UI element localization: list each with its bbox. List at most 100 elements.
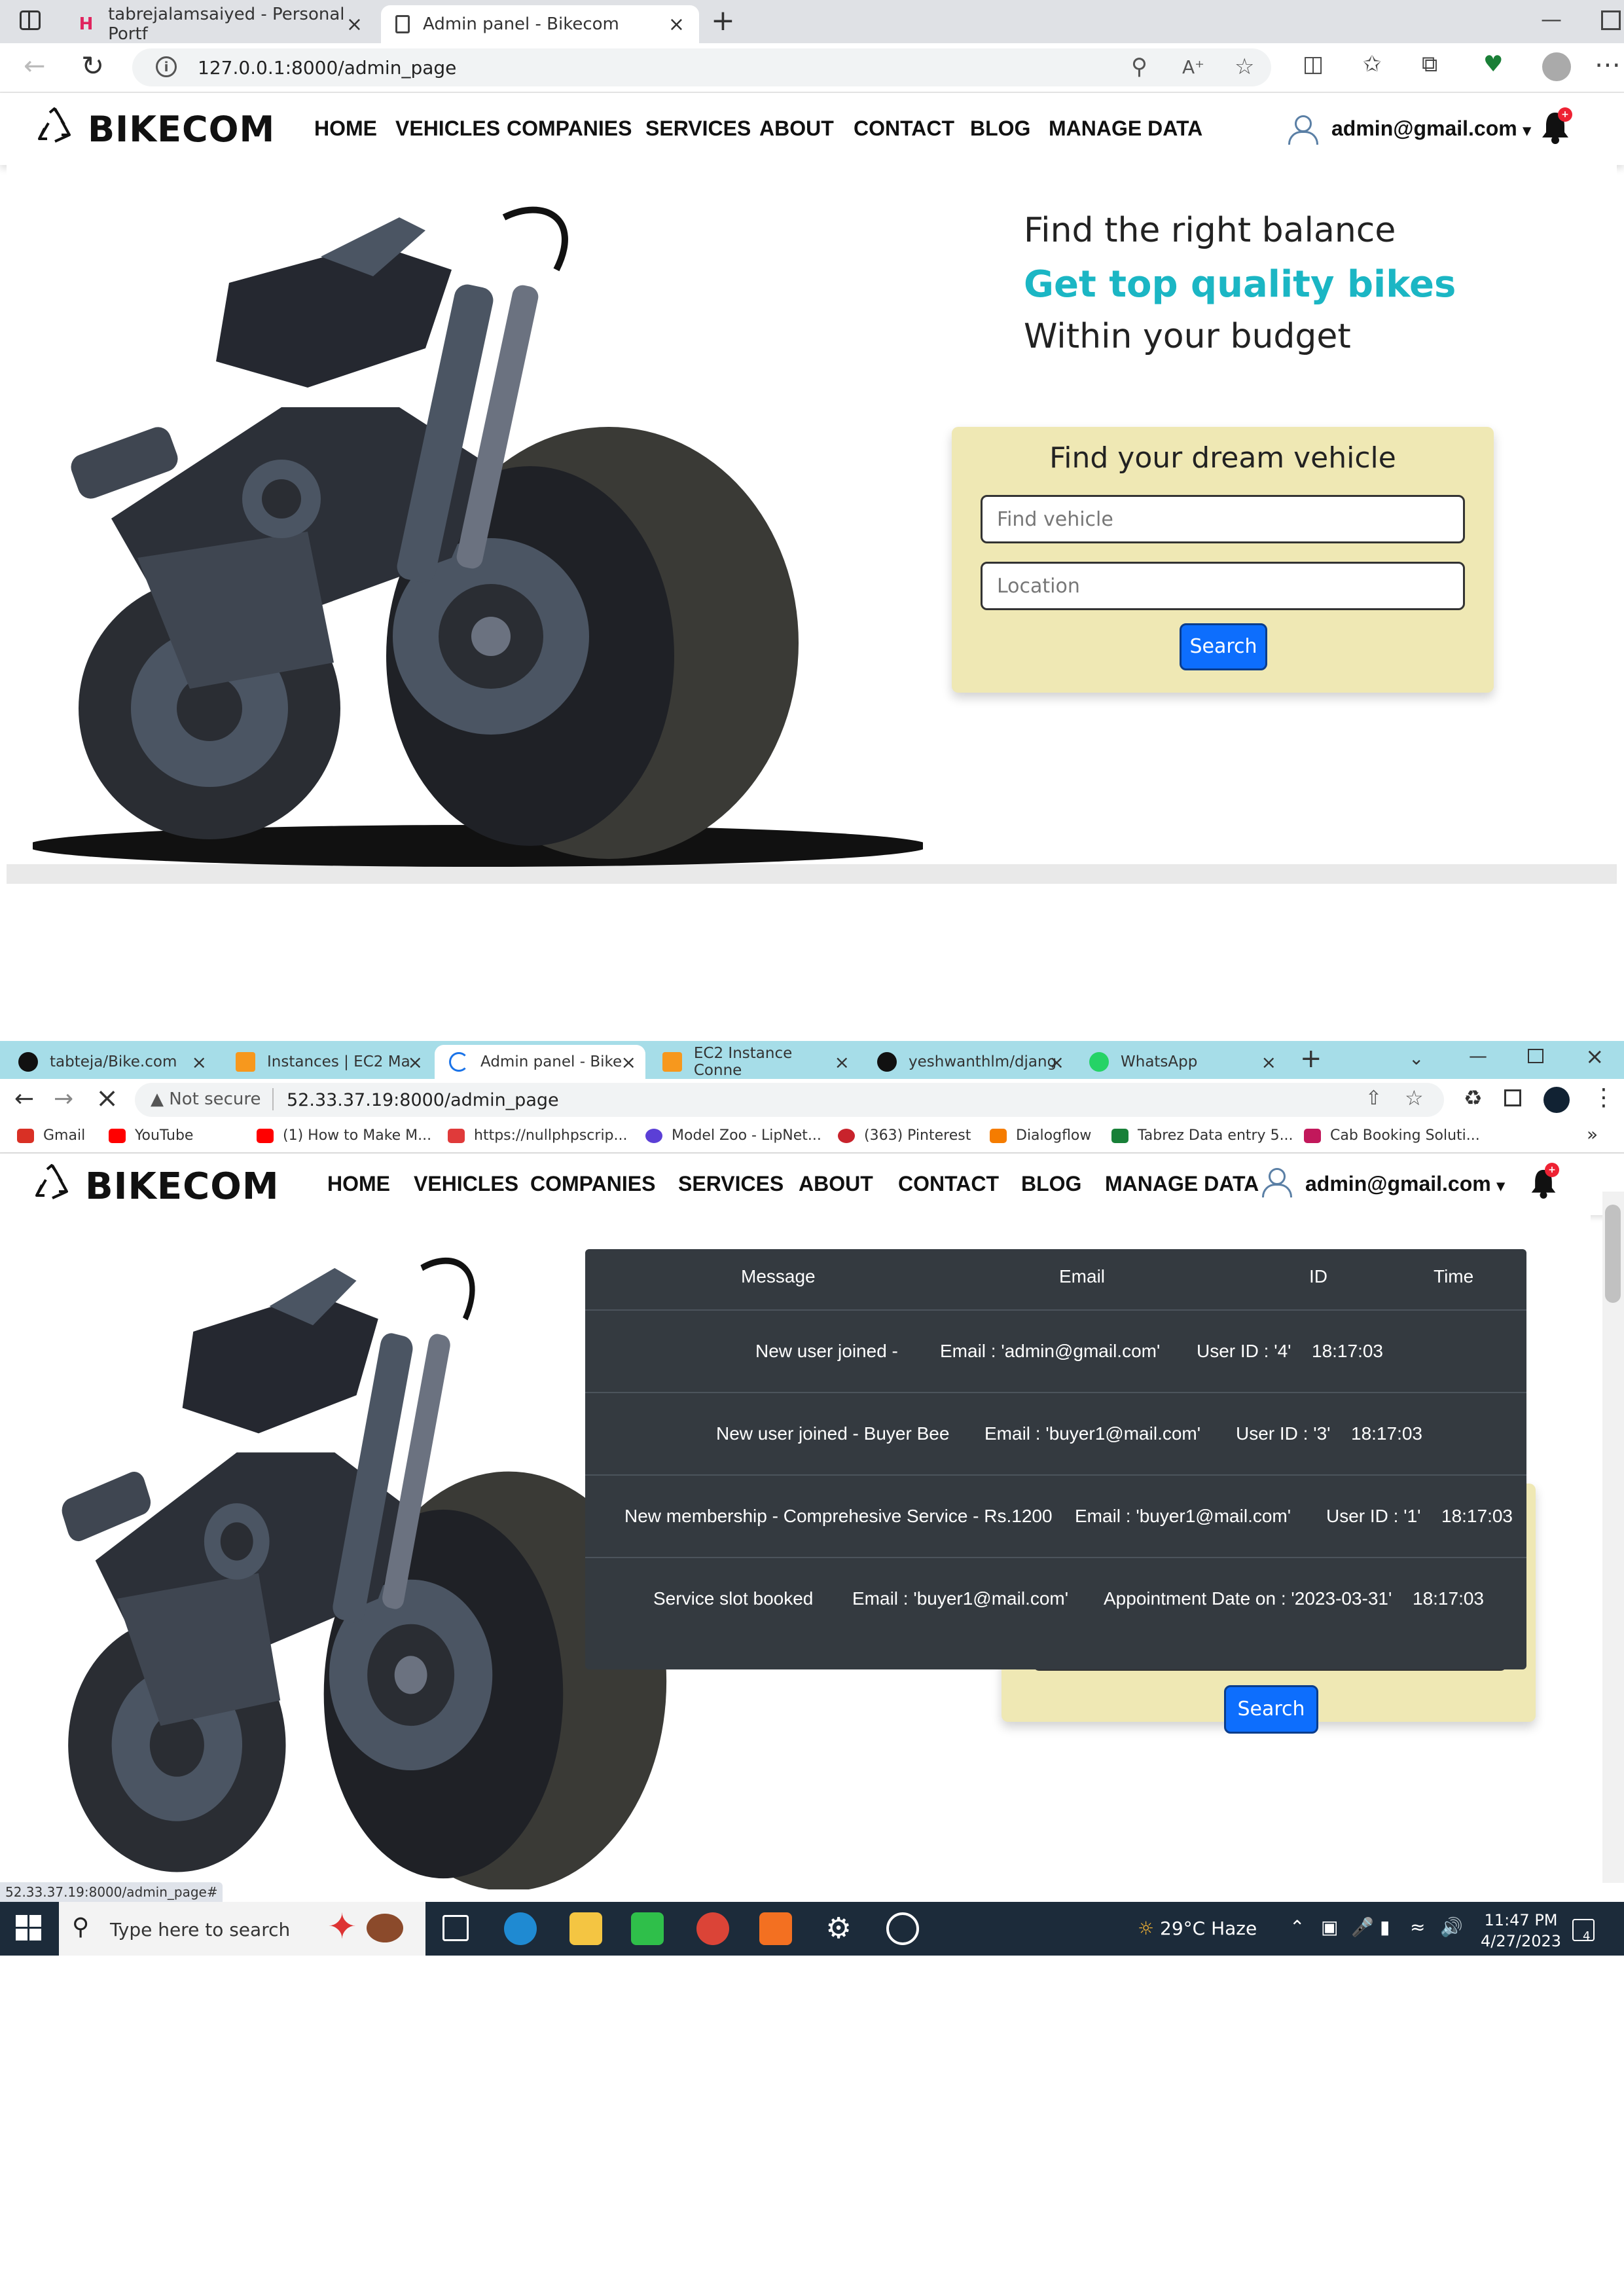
forward-icon[interactable]: → (54, 1085, 73, 1112)
extensions-icon[interactable]: ♻ (1464, 1085, 1483, 1110)
nav-manage-data[interactable]: MANAGE DATA (1105, 1172, 1259, 1196)
scrollbar-thumb[interactable] (1605, 1205, 1621, 1303)
show-hidden-icons-icon[interactable]: ⌃ (1290, 1916, 1305, 1938)
settings-gear-icon[interactable]: ⚙ (822, 1912, 855, 1945)
profile-avatar[interactable] (1542, 52, 1571, 81)
address-bar[interactable]: i 127.0.0.1:8000/admin_page ⚲ A⁺ ☆ (132, 48, 1271, 86)
tab-ec2-instances[interactable]: Instances | EC2 Ma × (221, 1045, 432, 1079)
nav-services[interactable]: SERVICES (678, 1172, 784, 1196)
browser-essentials-icon[interactable]: ♥ (1483, 51, 1503, 77)
more-icon[interactable]: ⋮ (1592, 1084, 1615, 1111)
nav-about[interactable]: ABOUT (799, 1172, 873, 1196)
windows-start-icon[interactable] (16, 1915, 42, 1941)
back-icon[interactable]: ← (14, 1085, 34, 1112)
bookmark-model-zoo[interactable]: Model Zoo - LipNet... (645, 1127, 821, 1144)
close-tab-icon[interactable]: × (835, 1051, 850, 1073)
tab-github-bike[interactable]: tabteja/Bike.com × (4, 1045, 216, 1079)
notepad-plus-icon[interactable] (631, 1912, 664, 1945)
address-text[interactable]: 127.0.0.1:8000/admin_page (198, 57, 456, 79)
tab-admin-panel[interactable]: Admin panel - Bike × (435, 1045, 645, 1079)
more-icon[interactable]: ⋯ (1595, 50, 1621, 80)
nav-companies[interactable]: COMPANIES (530, 1172, 655, 1196)
close-tab-icon[interactable]: × (1049, 1051, 1064, 1073)
tab-search-chevron-icon[interactable]: ⌄ (1409, 1048, 1424, 1069)
tab-whatsapp[interactable]: WhatsApp × (1075, 1045, 1286, 1079)
nav-contact[interactable]: CONTACT (898, 1172, 999, 1196)
not-secure-indicator[interactable]: ▲ Not secure (151, 1089, 261, 1109)
bookmark-tabrez-data[interactable]: Tabrez Data entry 5... (1111, 1127, 1293, 1144)
nav-vehicles[interactable]: VEHICLES (414, 1172, 518, 1196)
back-icon[interactable]: ← (24, 51, 46, 81)
bookmark-youtube[interactable]: YouTube (109, 1127, 193, 1144)
task-view-icon[interactable] (442, 1915, 469, 1941)
nav-home[interactable]: HOME (327, 1172, 390, 1196)
notification-center-icon[interactable]: 4 (1572, 1919, 1595, 1943)
meet-now-icon[interactable]: ▣ (1321, 1916, 1338, 1938)
tab-github-django[interactable]: yeshwanthlm/djang × (863, 1045, 1074, 1079)
weather-widget[interactable]: ☼ 29°C Haze (1138, 1918, 1257, 1939)
close-tab-icon[interactable]: × (621, 1051, 636, 1073)
tab-admin-panel[interactable]: Admin panel - Bikecom × (381, 5, 699, 43)
bookmark-how-to-make[interactable]: (1) How to Make M... (257, 1127, 431, 1144)
user-dropdown[interactable]: admin@gmail.com ▾ (1331, 117, 1531, 141)
nav-home[interactable]: HOME (314, 117, 377, 141)
share-icon[interactable]: ⇧ (1365, 1087, 1382, 1110)
close-tab-icon[interactable]: × (668, 13, 685, 36)
location-input[interactable]: Location (981, 562, 1465, 610)
nav-vehicles[interactable]: VEHICLES (395, 117, 500, 141)
bookmarks-overflow-icon[interactable]: » (1587, 1123, 1598, 1145)
favorites-icon[interactable]: ✩ (1363, 51, 1382, 77)
stop-loading-icon[interactable]: × (96, 1082, 118, 1114)
split-screen-icon[interactable]: ◫ (1303, 51, 1324, 77)
minimize-window-button[interactable]: — (1541, 7, 1562, 31)
address-text[interactable]: 52.33.37.19:8000/admin_page (287, 1090, 559, 1110)
restore-window-button[interactable] (1528, 1049, 1543, 1063)
tab-portfolio[interactable]: H tabrejalamsaiyed - Personal Portf × (63, 5, 377, 44)
nav-companies[interactable]: COMPANIES (507, 117, 632, 141)
nav-blog[interactable]: BLOG (970, 117, 1030, 141)
profile-avatar[interactable] (1543, 1087, 1570, 1113)
nav-services[interactable]: SERVICES (645, 117, 751, 141)
bookmark-dialogflow[interactable]: Dialogflow (990, 1127, 1091, 1144)
microphone-icon[interactable]: 🎤 (1351, 1916, 1374, 1938)
address-bar[interactable]: ▲ Not secure 52.33.37.19:8000/admin_page… (135, 1083, 1444, 1117)
nav-blog[interactable]: BLOG (1021, 1172, 1081, 1196)
nav-about[interactable]: ABOUT (759, 117, 834, 141)
battery-icon[interactable]: ▮ (1380, 1916, 1390, 1938)
bookmark-nullphpscript[interactable]: https://nullphpscrip... (448, 1127, 628, 1144)
close-tab-icon[interactable]: × (192, 1051, 207, 1073)
read-aloud-icon[interactable]: A⁺ (1182, 56, 1204, 78)
user-icon[interactable] (1262, 1168, 1292, 1197)
new-tab-button[interactable]: + (711, 7, 735, 35)
page-scrollbar[interactable] (1602, 1192, 1624, 1883)
taskbar-clock[interactable]: 11:47 PM 4/27/2023 (1481, 1910, 1561, 1952)
close-tab-icon[interactable]: × (1261, 1051, 1276, 1073)
nav-contact[interactable]: CONTACT (854, 117, 954, 141)
xampp-app-icon[interactable] (759, 1912, 792, 1945)
zoom-icon[interactable]: ⚲ (1131, 54, 1147, 80)
volume-icon[interactable]: 🔊 (1440, 1916, 1463, 1938)
chrome-app-icon[interactable] (696, 1912, 729, 1945)
notification-row[interactable]: New user joined - Email : 'admin@gmail.c… (585, 1309, 1526, 1392)
site-info-icon[interactable]: i (156, 56, 177, 77)
user-dropdown[interactable]: admin@gmail.com ▾ (1305, 1172, 1505, 1196)
search-button[interactable]: Search (1180, 623, 1267, 670)
wifi-icon[interactable]: ≈ (1410, 1916, 1425, 1938)
user-icon[interactable] (1288, 115, 1318, 145)
close-tab-icon[interactable]: × (346, 13, 363, 36)
file-explorer-icon[interactable] (569, 1912, 602, 1945)
brand-logo[interactable]: BIKECOM (35, 106, 275, 153)
reload-icon[interactable]: ↻ (81, 50, 104, 82)
notification-row[interactable]: New membership - Comprehesive Service - … (585, 1474, 1526, 1557)
bookmark-pinterest[interactable]: (363) Pinterest (838, 1127, 971, 1144)
notification-row[interactable]: New user joined - Buyer Bee Email : 'buy… (585, 1392, 1526, 1474)
close-window-button[interactable]: × (1585, 1044, 1604, 1070)
nav-manage-data[interactable]: MANAGE DATA (1049, 117, 1202, 141)
side-panel-icon[interactable] (1504, 1089, 1521, 1106)
minimize-window-button[interactable]: — (1469, 1045, 1487, 1066)
taskbar-search-box[interactable]: ⚲ Type here to search ✦ (59, 1902, 425, 1956)
notification-row[interactable]: Service slot booked Email : 'buyer1@mail… (585, 1557, 1526, 1639)
new-tab-button[interactable]: + (1300, 1044, 1322, 1074)
recorder-app-icon[interactable] (886, 1912, 919, 1945)
tab-actions-icon[interactable] (20, 10, 41, 30)
